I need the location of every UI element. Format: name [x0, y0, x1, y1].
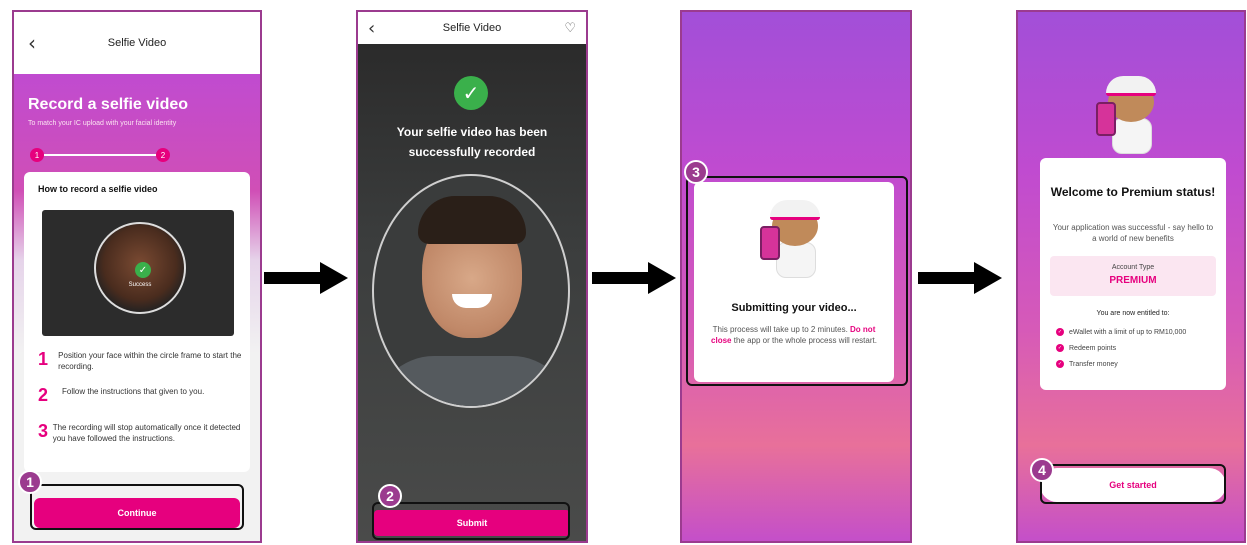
heart-shield-icon[interactable]: ♡ [564, 21, 576, 36]
instruction-text: Follow the instructions that given to yo… [62, 387, 205, 396]
success-label: Success [128, 282, 152, 288]
arrow-right-icon [592, 262, 676, 294]
benefit-item: ✓ Transfer money [1056, 360, 1118, 368]
face-frame [372, 174, 570, 408]
check-icon: ✓ [1056, 328, 1064, 336]
callout-box [686, 176, 908, 386]
step-badge: 4 [1030, 458, 1054, 482]
account-type-value: PREMIUM [1109, 275, 1157, 286]
welcome-card: Welcome to Premium status! Your applicat… [1040, 158, 1226, 390]
stepper-line [44, 154, 156, 156]
screen-video-recorded: ‹ Selfie Video ♡ ✓ Your selfie video has… [356, 10, 588, 543]
entitled-label: You are now entitled to: [1096, 310, 1170, 317]
instruction-item: 1 Position your face within the circle f… [38, 350, 244, 372]
progress-stepper: 1 2 [30, 146, 170, 164]
screen-record-selfie: ‹ Selfie Video Record a selfie video To … [12, 10, 262, 543]
card-title: Welcome to Premium status! [1050, 185, 1216, 199]
success-message: Your selfie video has been successfully … [396, 125, 548, 159]
step-badge: 3 [684, 160, 708, 184]
check-icon: ✓ [1056, 344, 1064, 352]
page-title: Record a selfie video [28, 96, 189, 113]
check-icon: ✓ [1056, 360, 1064, 368]
header-title: Selfie Video [107, 37, 167, 49]
instructions-card: How to record a selfie video ✓ Success 1… [24, 172, 250, 472]
face-frame: ✓ Success [94, 222, 186, 314]
check-icon: ✓ [454, 76, 488, 110]
arrow-right-icon [264, 262, 348, 294]
callout-box [30, 484, 244, 530]
sample-video-preview: ✓ Success [42, 210, 234, 336]
shirt [374, 356, 568, 406]
instruction-number: 2 [38, 385, 49, 405]
header: ‹ Selfie Video ♡ [358, 12, 586, 44]
check-icon: ✓ [135, 262, 151, 278]
callout-box [1040, 464, 1226, 504]
stepper-step: 1 [30, 148, 44, 162]
arrow-right-icon [918, 262, 1002, 294]
back-chevron-icon[interactable]: ‹ [368, 18, 375, 39]
instruction-text: The recording will stop automatically on… [52, 423, 241, 443]
card-subtitle: Your application was successful - say he… [1052, 223, 1214, 243]
content: Record a selfie video To match your IC u… [14, 74, 260, 541]
account-type-label: Account Type [1111, 264, 1155, 271]
callout-box [372, 502, 570, 540]
instruction-number: 3 [38, 421, 49, 441]
step-badge: 2 [378, 484, 402, 508]
header-title: Selfie Video [442, 22, 502, 34]
benefit-text: eWallet with a limit of up to RM10,000 [1069, 328, 1187, 336]
benefit-text: Redeem points [1069, 344, 1117, 352]
account-type-box: Account Type PREMIUM [1050, 256, 1216, 296]
instruction-item: 2 Follow the instructions that given to … [38, 386, 244, 404]
instruction-number: 1 [38, 349, 49, 369]
benefit-item: ✓ Redeem points [1056, 344, 1116, 352]
back-chevron-icon[interactable]: ‹ [28, 31, 36, 55]
card-title: How to record a selfie video [38, 184, 158, 194]
page-subtitle: To match your IC upload with your facial… [28, 120, 177, 127]
benefit-item: ✓ eWallet with a limit of up to RM10,000 [1056, 328, 1186, 336]
camera-view: ✓ Your selfie video has been successfull… [358, 44, 586, 541]
benefit-text: Transfer money [1069, 360, 1118, 368]
mascot-bear-illustration [1096, 76, 1166, 156]
step-badge: 1 [18, 470, 42, 494]
header: ‹ Selfie Video [14, 12, 260, 74]
instruction-item: 3 The recording will stop automatically … [38, 422, 244, 444]
hair [418, 196, 526, 244]
instruction-text: Position your face within the circle fra… [58, 351, 242, 371]
stepper-step: 2 [156, 148, 170, 162]
